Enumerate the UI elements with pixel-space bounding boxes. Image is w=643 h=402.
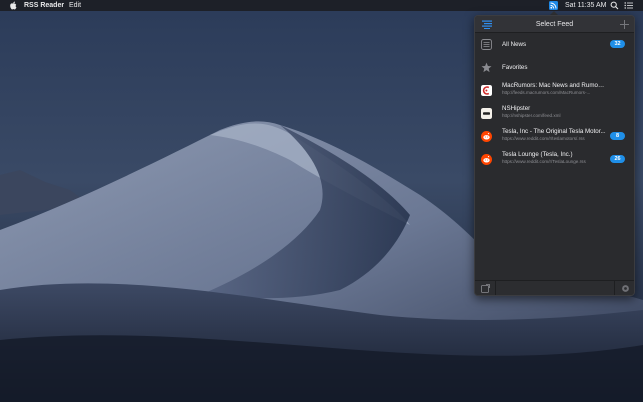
feed-item-nshipster[interactable]: NSHipster http://nshipster.com/feed.xml [475,102,634,125]
popover-title: Select Feed [535,21,574,28]
feed-name: NSHipster [502,105,531,112]
footer-divider [495,281,496,295]
feed-list: All News 32 Favorites MacRumors: Mac New… [475,33,634,171]
star-icon [481,62,492,73]
popover-footer [475,280,634,295]
menubar-clock[interactable]: Sat 11:35 AM [565,0,607,11]
feed-name: All News [502,41,527,48]
popover-header: Select Feed [475,16,634,33]
unread-count-badge: 26 [610,155,625,163]
feed-url: http://nshipster.com/feed.xml [502,113,561,118]
add-feed-icon[interactable] [620,20,629,29]
compose-window-icon[interactable] [481,284,490,293]
apple-menu-icon[interactable] [9,0,17,11]
feed-name: Favorites [502,64,528,71]
app-name-menu[interactable]: RSS Reader [24,0,64,11]
feed-item-macrumors[interactable]: MacRumors: Mac News and Rumors... http:/… [475,79,634,102]
unread-count-badge: 32 [610,40,625,48]
edit-menu[interactable]: Edit [69,0,81,11]
macrumors-icon [481,85,492,96]
rss-status-icon[interactable] [549,1,558,10]
feed-url: https://www.reddit.com/r/TeslaLounge.rss [502,159,586,164]
feed-item-tesla-motors[interactable]: Tesla, Inc - The Original Tesla Motor...… [475,125,634,148]
reddit-icon [481,131,492,142]
feed-item-tesla-lounge[interactable]: Tesla Lounge (Tesla, Inc.) https://www.r… [475,148,634,171]
reddit-icon [481,154,492,165]
feed-name: Tesla Lounge (Tesla, Inc.) [502,151,573,158]
footer-divider [614,281,615,295]
feed-name: Tesla, Inc - The Original Tesla Motor... [502,128,606,135]
gear-icon[interactable] [621,284,630,293]
feed-name: MacRumors: Mac News and Rumors... [502,82,606,89]
unread-count-badge: 8 [610,132,625,140]
nshipster-icon [481,108,492,119]
feed-url: https://www.reddit.com/r/teslamotors/.rs… [502,136,585,141]
feed-url: http://feeds.macrumors.com/MacRumors-... [502,90,591,95]
spotlight-search-icon[interactable] [610,1,619,10]
feed-item-favorites[interactable]: Favorites [475,56,634,79]
list-icon [481,39,492,50]
notification-center-icon[interactable] [624,1,633,10]
feed-popover: Select Feed All News 32 Favorites MacRum… [474,15,635,296]
feed-item-all-news[interactable]: All News 32 [475,33,634,56]
menu-bar: RSS Reader Edit Sat 11:35 AM [0,0,643,11]
